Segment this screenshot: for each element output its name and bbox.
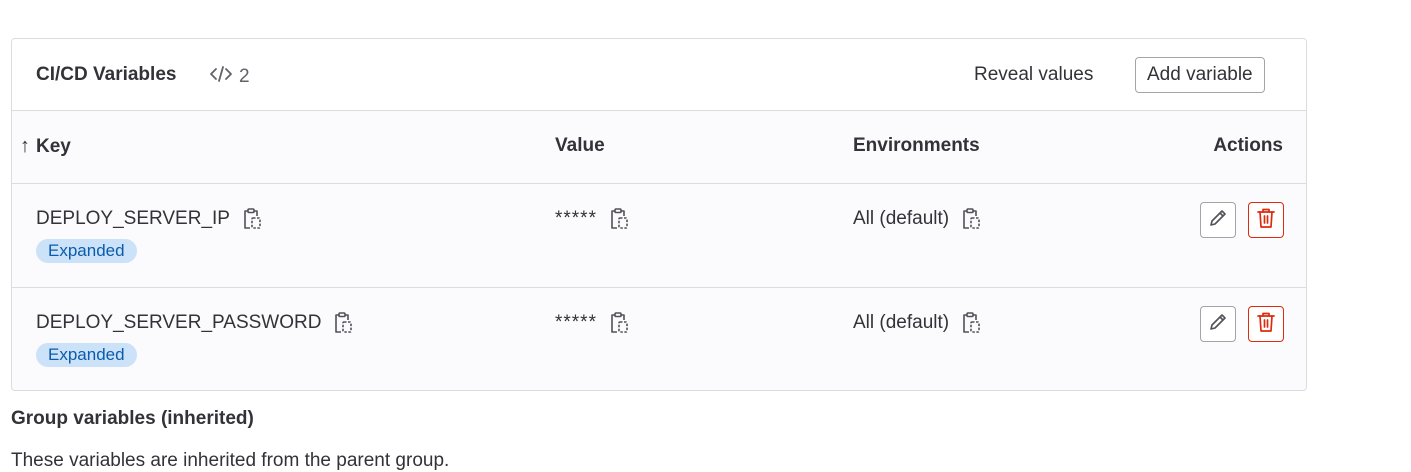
variable-key: DEPLOY_SERVER_PASSWORD xyxy=(36,312,322,333)
copy-environment-icon[interactable] xyxy=(961,312,981,334)
copy-key-icon[interactable] xyxy=(333,312,353,334)
variable-key: DEPLOY_SERVER_IP xyxy=(36,208,230,229)
code-icon xyxy=(209,64,239,90)
variable-count-value: 2 xyxy=(239,66,250,87)
variable-key-cell: DEPLOY_SERVER_IP xyxy=(36,208,262,230)
table-header: ↑ Key Value Environments Actions xyxy=(12,111,1306,184)
pencil-icon xyxy=(1208,312,1228,337)
copy-value-icon[interactable] xyxy=(609,208,629,230)
add-variable-button[interactable]: Add variable xyxy=(1135,57,1265,93)
copy-environment-icon[interactable] xyxy=(961,208,981,230)
variable-value-cell: ***** xyxy=(555,208,629,230)
column-header-actions: Actions xyxy=(1213,135,1283,156)
edit-variable-button[interactable] xyxy=(1200,306,1236,342)
edit-variable-button[interactable] xyxy=(1200,202,1236,238)
delete-variable-button[interactable] xyxy=(1248,306,1284,342)
expanded-badge: Expanded xyxy=(36,239,137,263)
group-variables-heading: Group variables (inherited) xyxy=(11,408,254,429)
variable-environment-cell: All (default) xyxy=(853,312,981,334)
copy-value-icon[interactable] xyxy=(609,312,629,334)
column-header-key-label: Key xyxy=(36,135,71,157)
variable-value-masked: ***** xyxy=(555,208,597,229)
group-variables-description: These variables are inherited from the p… xyxy=(11,450,450,471)
variable-value-cell: ***** xyxy=(555,312,629,334)
variable-environment: All (default) xyxy=(853,312,950,333)
reveal-values-button[interactable]: Reveal values xyxy=(962,59,1105,91)
variable-environment: All (default) xyxy=(853,208,950,229)
card-title: CI/CD Variables xyxy=(36,64,177,85)
column-header-key[interactable]: ↑ Key xyxy=(20,135,71,158)
trash-icon xyxy=(1256,207,1276,234)
variable-environment-cell: All (default) xyxy=(853,208,981,230)
variable-count: 2 xyxy=(209,64,250,90)
variable-value-masked: ***** xyxy=(555,312,597,333)
delete-variable-button[interactable] xyxy=(1248,202,1284,238)
expanded-badge: Expanded xyxy=(36,343,137,367)
table-row: DEPLOY_SERVER_IP Expanded ***** All (def… xyxy=(12,184,1306,288)
variable-key-cell: DEPLOY_SERVER_PASSWORD xyxy=(36,312,353,334)
variables-card: CI/CD Variables 2 Reveal values Add vari… xyxy=(11,38,1307,391)
copy-key-icon[interactable] xyxy=(242,208,262,230)
table-row: DEPLOY_SERVER_PASSWORD Expanded ***** Al… xyxy=(12,288,1306,390)
column-header-value: Value xyxy=(555,135,605,156)
column-header-environments: Environments xyxy=(853,135,980,156)
pencil-icon xyxy=(1208,208,1228,233)
card-header: CI/CD Variables 2 Reveal values Add vari… xyxy=(12,39,1306,111)
trash-icon xyxy=(1256,311,1276,338)
sort-ascending-icon: ↑ xyxy=(20,135,30,157)
